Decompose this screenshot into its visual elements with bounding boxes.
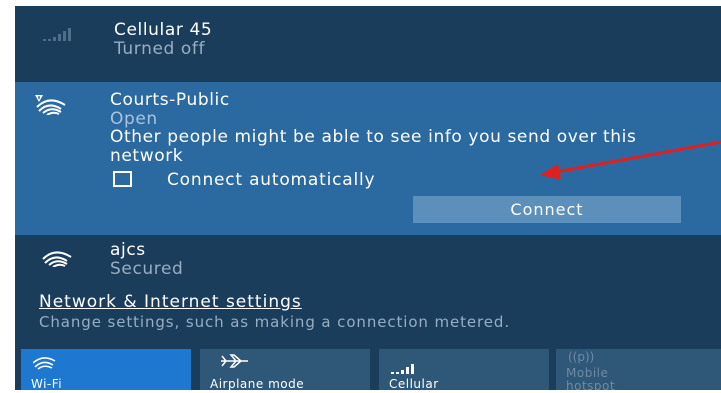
annotation-arrow bbox=[540, 140, 721, 180]
